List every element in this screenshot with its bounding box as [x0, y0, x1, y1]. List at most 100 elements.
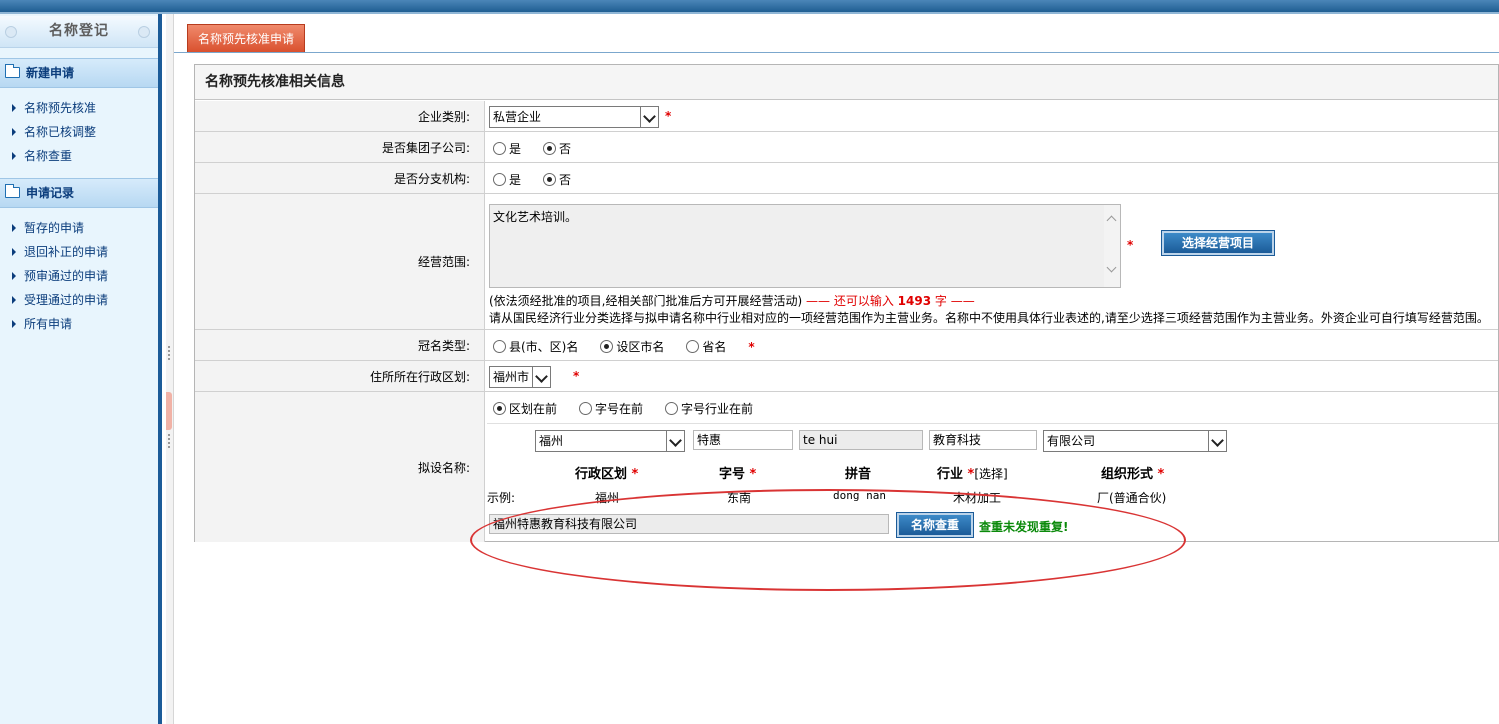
title-dot-icon: [5, 26, 17, 38]
radio-circle: [686, 340, 700, 353]
header-text: 行业: [937, 467, 964, 482]
folder-icon: [5, 64, 20, 78]
radio-branch-no[interactable]: 否: [543, 171, 571, 188]
radio-order-district-first[interactable]: 区划在前: [493, 400, 557, 417]
chevron-down-icon: [640, 107, 658, 127]
radio-group-sub-yes[interactable]: 是: [493, 140, 521, 157]
radio-label: 县(市、区)名: [509, 340, 579, 354]
select-value: 福州市: [493, 370, 530, 384]
sidebar-list-new: 名称预先核准 名称已核调整 名称查重: [0, 88, 158, 176]
radio-circle: [665, 402, 679, 415]
radio-crown-province[interactable]: 省名: [686, 338, 726, 355]
sidebar-item-accepted[interactable]: 受理通过的申请: [10, 288, 158, 312]
sidebar-item-name-precheck[interactable]: 名称预先核准: [10, 96, 158, 120]
note-text: (依法须经批准的项目,经相关部门批准后方可开展经营活动): [489, 294, 803, 308]
sidebar-splitter[interactable]: [166, 14, 174, 724]
scope-note-1: (依法须经批准的项目,经相关部门批准后方可开展经营活动) —— 还可以输入 14…: [489, 292, 975, 309]
tab-divider: [174, 52, 1499, 53]
required-mark: *: [573, 369, 580, 383]
region-select[interactable]: 福州市: [489, 366, 551, 388]
top-banner: [0, 0, 1499, 14]
select-business-items-button[interactable]: 选择经营项目: [1161, 230, 1275, 256]
industry-select-link[interactable]: [选择]: [974, 467, 1007, 481]
note-unit: 字 ——: [934, 294, 975, 308]
row-business-scope: 经营范围: 文化艺术培训。 * 选择经营项目 (依法须经批准的项目,经相关部门批…: [195, 194, 1498, 330]
org-form-select[interactable]: 有限公司: [1043, 430, 1227, 452]
radio-circle: [600, 340, 614, 353]
label-crown-type: 冠名类型:: [195, 330, 485, 360]
label-proposed-name: 拟设名称:: [195, 392, 485, 542]
row-branch: 是否分支机构: 是 否: [195, 163, 1498, 194]
label-business-scope: 经营范围:: [195, 194, 485, 329]
folder-icon: [5, 184, 20, 198]
sidebar-title-text: 名称登记: [49, 23, 109, 39]
label-group-sub: 是否集团子公司:: [195, 132, 485, 162]
required-mark: *: [665, 109, 672, 123]
header-text: 行政区划: [575, 467, 628, 482]
enterprise-type-select[interactable]: 私营企业: [489, 106, 659, 128]
chevron-down-icon: [1208, 431, 1226, 451]
collapse-handle[interactable]: [166, 392, 172, 430]
radio-crown-county[interactable]: 县(市、区)名: [493, 338, 578, 355]
radio-circle: [579, 402, 593, 415]
required-mark: *: [748, 339, 755, 354]
header-trade-name: 字号 *: [719, 463, 756, 482]
radio-branch-yes[interactable]: 是: [493, 171, 521, 188]
chevron-down-icon: [532, 367, 550, 387]
label-branch: 是否分支机构:: [195, 163, 485, 193]
industry-input[interactable]: 教育科技: [929, 430, 1037, 450]
sidebar-item-prereviewed[interactable]: 预审通过的申请: [10, 264, 158, 288]
radio-order-tradename-industry-first[interactable]: 字号行业在前: [665, 400, 753, 417]
sidebar-item-returned[interactable]: 退回补正的申请: [10, 240, 158, 264]
radio-label: 字号行业在前: [681, 402, 754, 416]
panel-title: 名称预先核准相关信息: [195, 65, 1498, 100]
example-label: 示例:: [487, 491, 516, 505]
radio-group-sub-no[interactable]: 否: [543, 140, 571, 157]
district-select[interactable]: 福州: [535, 430, 685, 452]
tab-name-precheck[interactable]: 名称预先核准申请: [187, 24, 305, 52]
sidebar: 名称登记 新建申请 名称预先核准 名称已核调整 名称查重 申请记录 暂存的申请 …: [0, 14, 162, 724]
sidebar-title: 名称登记: [0, 16, 158, 48]
radio-order-tradename-first[interactable]: 字号在前: [579, 400, 643, 417]
business-scope-textarea[interactable]: 文化艺术培训。: [489, 204, 1121, 288]
divider: [487, 423, 1498, 424]
radio-circle: [543, 173, 557, 186]
label-region: 住所所在行政区划:: [195, 361, 485, 391]
radio-circle: [493, 402, 506, 415]
row-region: 住所所在行政区划: 福州市 *: [195, 361, 1498, 392]
textarea-scrollbar[interactable]: [1104, 205, 1120, 287]
grip-icon: [168, 346, 170, 360]
sidebar-section-new[interactable]: 新建申请: [0, 58, 158, 88]
chevron-up-icon: [1106, 215, 1117, 226]
radio-label: 是: [509, 173, 522, 187]
sidebar-item-name-duplicate-check[interactable]: 名称查重: [10, 144, 158, 168]
sidebar-item-name-adjust[interactable]: 名称已核调整: [10, 120, 158, 144]
radio-label: 是: [509, 142, 522, 156]
radio-label: 否: [559, 142, 572, 156]
section-label: 新建申请: [26, 66, 75, 80]
grip-icon: [168, 434, 170, 448]
required-mark: *: [1127, 238, 1134, 252]
note-remaining-text: —— 还可以输入: [806, 294, 894, 308]
sidebar-section-records[interactable]: 申请记录: [0, 178, 158, 208]
trade-name-input[interactable]: 特惠: [693, 430, 793, 450]
sidebar-item-saved[interactable]: 暂存的申请: [10, 216, 158, 240]
row-enterprise-type: 企业类别: 私营企业 *: [195, 101, 1498, 132]
header-text: 组织形式: [1101, 467, 1154, 482]
row-crown-type: 冠名类型: 县(市、区)名 设区市名 省名 *: [195, 330, 1498, 361]
radio-label: 字号在前: [595, 402, 644, 416]
chevron-down-icon: [1106, 262, 1117, 273]
radio-crown-city[interactable]: 设区市名: [600, 338, 664, 355]
section-label: 申请记录: [26, 186, 75, 200]
select-value: 有限公司: [1047, 434, 1096, 448]
label-enterprise-type: 企业类别:: [195, 101, 485, 131]
sidebar-item-all[interactable]: 所有申请: [10, 312, 158, 336]
chevron-down-icon: [666, 431, 684, 451]
header-org-form: 组织形式 *: [1101, 463, 1164, 482]
header-text: 字号: [719, 467, 746, 482]
required-mark: *: [749, 467, 757, 482]
required-mark: *: [631, 467, 639, 482]
scope-note-2: 请从国民经济行业分类选择与拟申请名称中行业相对应的一项经营范围作为主营业务。名称…: [489, 311, 1489, 325]
highlight-annotation: [470, 489, 1186, 591]
required-mark: *: [1157, 467, 1165, 482]
